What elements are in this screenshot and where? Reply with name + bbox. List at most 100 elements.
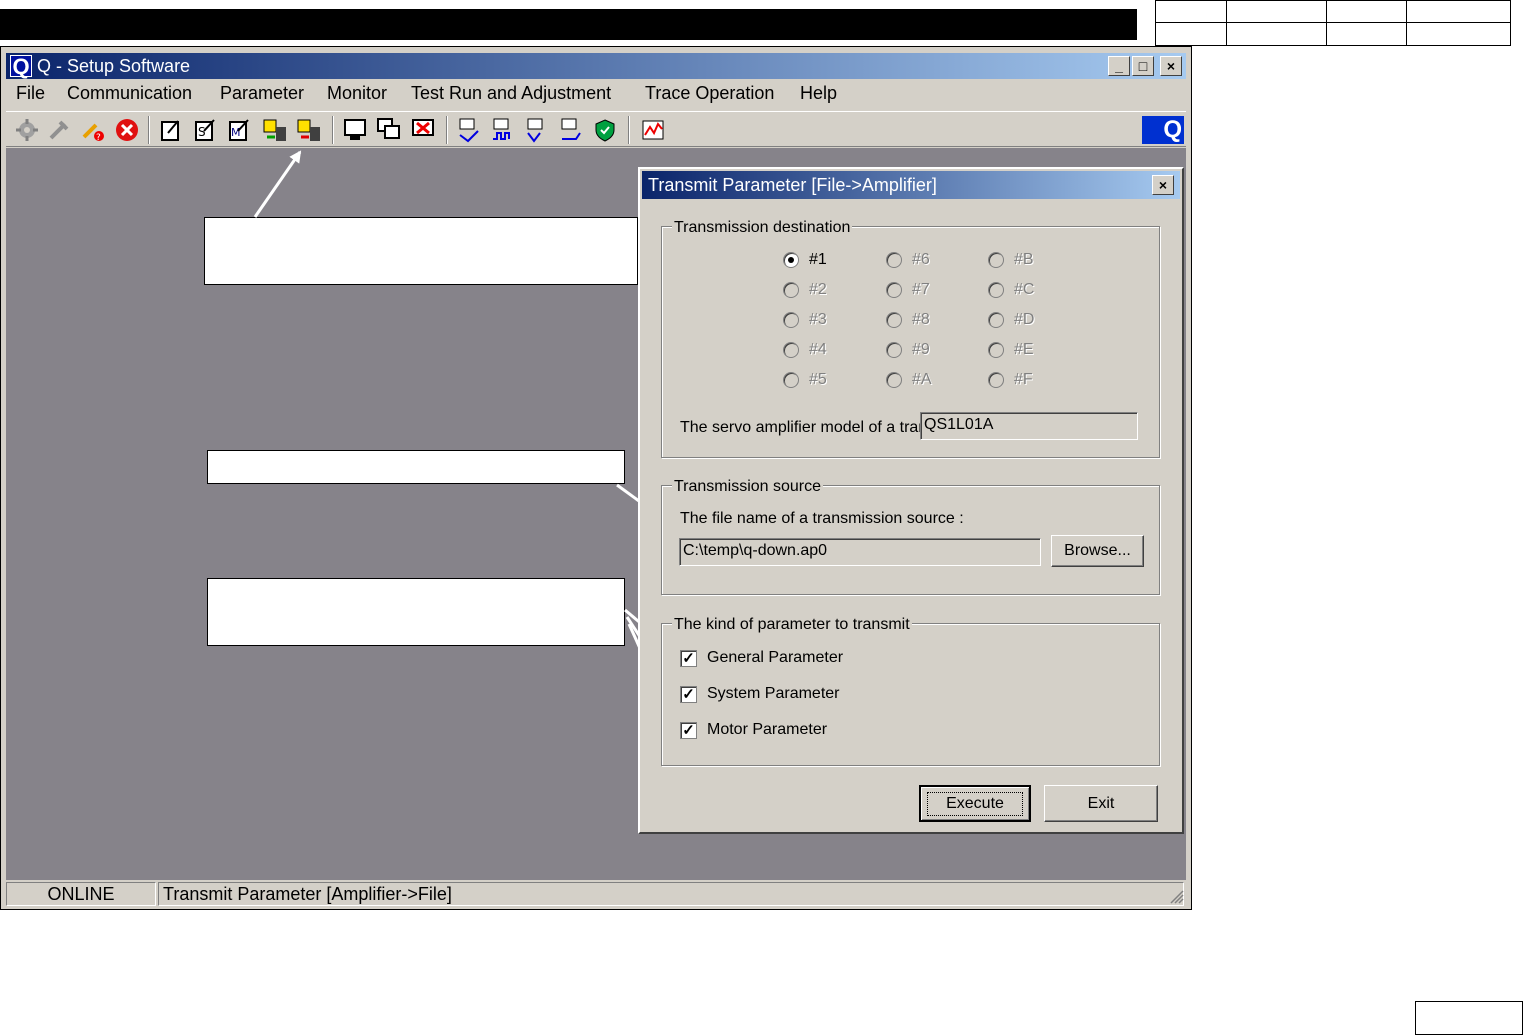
callout-box-kinds	[207, 578, 625, 646]
test-run-pulse-icon[interactable]	[490, 117, 516, 143]
transmit-amp-file-icon[interactable]	[296, 117, 322, 143]
menu-test-run[interactable]: Test Run and Adjustment	[411, 80, 611, 106]
execute-button-label: Execute	[927, 792, 1023, 816]
station-radio[interactable]	[988, 252, 1004, 268]
stop-red-icon[interactable]	[114, 117, 140, 143]
menu-communication[interactable]: Communication	[67, 80, 192, 106]
test-run-jog-icon[interactable]	[456, 117, 482, 143]
menu-parameter[interactable]: Parameter	[220, 80, 304, 106]
station-label: #8	[912, 311, 930, 328]
station-radio[interactable]	[886, 372, 902, 388]
window-title: Q - Setup Software	[37, 56, 191, 76]
test-run-pos-icon[interactable]	[558, 117, 584, 143]
station-label: #2	[809, 281, 827, 298]
plug-disconnect-icon[interactable]: ?	[80, 117, 106, 143]
status-bar: ONLINE Transmit Parameter [Amplifier->Fi…	[6, 882, 1186, 906]
motor-parameter-checkbox[interactable]: ✓	[680, 722, 697, 739]
menu-bar: File Communication Parameter Monitor Tes…	[6, 80, 1186, 108]
svg-text:S: S	[198, 125, 206, 139]
station-radio[interactable]	[783, 282, 799, 298]
maximize-button[interactable]: □	[1132, 56, 1154, 76]
edit-note-icon[interactable]	[158, 117, 184, 143]
page-number-box	[1415, 1001, 1523, 1035]
minimize-button[interactable]: _	[1108, 56, 1130, 76]
edit-check-icon[interactable]: S	[192, 117, 218, 143]
gear-gray-icon[interactable]	[14, 117, 40, 143]
callout-box-source	[207, 450, 625, 484]
close-button[interactable]: ×	[1160, 56, 1182, 76]
destination-group-label: Transmission destination	[672, 219, 853, 237]
title-bar: Q Q - Setup Software _ □ ×	[6, 53, 1186, 79]
resize-grip-icon[interactable]	[1170, 890, 1184, 904]
shield-icon[interactable]	[592, 117, 618, 143]
station-label: #1	[809, 251, 827, 268]
station-label: #D	[1014, 311, 1035, 328]
exit-button[interactable]: Exit	[1044, 785, 1158, 822]
station-radio[interactable]	[886, 282, 902, 298]
station-label: #F	[1014, 371, 1033, 388]
station-radio[interactable]	[886, 342, 902, 358]
station-label: #5	[809, 371, 827, 388]
station-radio[interactable]	[988, 372, 1004, 388]
toolbar-separator	[332, 116, 334, 144]
source-file-field[interactable]: C:\temp\q-down.ap0	[679, 538, 1041, 566]
test-run-zero-icon[interactable]	[524, 117, 550, 143]
station-radio[interactable]	[886, 312, 902, 328]
station-label: #9	[912, 341, 930, 358]
dialog-title-bar: Transmit Parameter [File->Amplifier] ×	[642, 171, 1180, 199]
menu-trace-operation[interactable]: Trace Operation	[645, 80, 774, 106]
station-label: #E	[1014, 341, 1034, 358]
monitor-icon[interactable]	[342, 117, 368, 143]
callout-box-toolbar	[204, 217, 638, 285]
station-label: #B	[1014, 251, 1034, 268]
transmit-file-amp-icon[interactable]	[262, 117, 288, 143]
plug-gray-icon[interactable]	[46, 117, 72, 143]
trace-graph-icon[interactable]	[640, 117, 666, 143]
toolbar-separator	[446, 116, 448, 144]
monitor-multi-icon[interactable]	[376, 117, 402, 143]
browse-button[interactable]: Browse...	[1051, 535, 1144, 567]
station-radio[interactable]	[886, 252, 902, 268]
station-radio[interactable]	[988, 312, 1004, 328]
model-label: The servo amplifier model of a trar	[680, 419, 924, 436]
station-label: #6	[912, 251, 930, 268]
station-label: #A	[912, 371, 932, 388]
general-parameter-checkbox[interactable]: ✓	[680, 650, 697, 667]
svg-text:?: ?	[96, 133, 101, 143]
station-radio[interactable]	[783, 252, 799, 268]
svg-text:M: M	[231, 126, 241, 139]
model-field[interactable]: QS1L01A	[920, 412, 1138, 440]
menu-file[interactable]: File	[16, 80, 45, 106]
toolbar: ? S M Q	[6, 111, 1186, 147]
monitor-stop-icon[interactable]	[410, 117, 436, 143]
system-parameter-checkbox[interactable]: ✓	[680, 686, 697, 703]
edit-motor-icon[interactable]: M	[226, 117, 252, 143]
dialog-close-button[interactable]: ×	[1152, 175, 1174, 195]
menu-help[interactable]: Help	[800, 80, 837, 106]
station-label: #3	[809, 311, 827, 328]
toolbar-separator	[628, 116, 630, 144]
station-radio[interactable]	[783, 312, 799, 328]
kind-group-label: The kind of parameter to transmit	[672, 616, 912, 634]
station-label: #7	[912, 281, 930, 298]
station-radio[interactable]	[783, 372, 799, 388]
status-message: Transmit Parameter [Amplifier->File]	[158, 882, 1184, 906]
toolbar-separator	[148, 116, 150, 144]
station-label: #C	[1014, 281, 1035, 298]
header-revision-table	[1155, 0, 1511, 46]
motor-parameter-label: Motor Parameter	[707, 721, 828, 738]
transmit-parameter-dialog: Transmit Parameter [File->Amplifier] × T…	[638, 167, 1184, 834]
source-label-text: The file name of a transmission source :	[680, 510, 964, 527]
general-parameter-label: General Parameter	[707, 649, 844, 666]
execute-button[interactable]: Execute	[919, 785, 1031, 822]
station-radio[interactable]	[988, 342, 1004, 358]
menu-monitor[interactable]: Monitor	[327, 80, 387, 106]
radio-dot	[788, 257, 794, 263]
station-radio[interactable]	[783, 342, 799, 358]
toolbar-corner-logo: Q	[1142, 116, 1184, 144]
status-mode: ONLINE	[6, 882, 156, 906]
station-radio[interactable]	[988, 282, 1004, 298]
dialog-title: Transmit Parameter [File->Amplifier]	[648, 175, 937, 195]
system-parameter-label: System Parameter	[707, 685, 840, 702]
app-logo-icon: Q	[10, 55, 32, 78]
